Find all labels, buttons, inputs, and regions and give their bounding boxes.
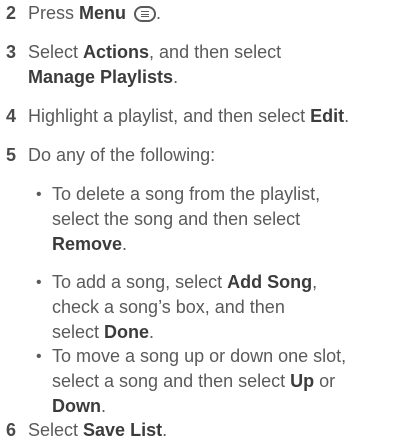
bullet-line: To add a song, select xyxy=(52,272,228,292)
bullet-line: To move a song up or down one slot, xyxy=(52,346,347,366)
menu-label: Menu xyxy=(79,3,127,23)
step-text: Do any of the following: xyxy=(28,145,216,165)
bullet-icon: • xyxy=(36,348,42,365)
bullet-line: or xyxy=(314,371,336,391)
step-text-part: . xyxy=(156,3,162,23)
step-text-part: Select xyxy=(28,42,84,62)
menu-key-icon xyxy=(134,6,157,22)
bullet-line: . xyxy=(122,234,128,254)
bullet-line: check a song’s box, and then xyxy=(52,297,285,317)
manage-playlists-label: Manage Playlists xyxy=(28,67,174,87)
step-number: 4 xyxy=(6,106,17,126)
step-number: 5 xyxy=(6,145,17,165)
step-text-part: . xyxy=(344,106,350,126)
bullet-line: . xyxy=(149,322,155,342)
bullet-line: . xyxy=(101,396,107,416)
bullet-text: To move a song up or down one slot, selec… xyxy=(52,344,412,419)
bullet-icon: • xyxy=(36,186,42,203)
step-text-part: . xyxy=(162,420,168,440)
step-text: Highlight a playlist, and then select Ed… xyxy=(28,104,416,129)
step-text: Select Save List. xyxy=(28,418,416,443)
step-text-part: Highlight a playlist, and then select xyxy=(28,106,311,126)
step-number: 3 xyxy=(6,42,17,62)
step-text-part: , and then select xyxy=(149,42,282,62)
step-text: Press Menu . xyxy=(28,1,416,26)
step-number: 2 xyxy=(6,3,17,23)
edit-label: Edit xyxy=(310,106,345,126)
remove-label: Remove xyxy=(52,234,123,254)
done-label: Done xyxy=(104,322,150,342)
bullet-line: To delete a song from the playlist, xyxy=(52,184,321,204)
step-text-part: Select xyxy=(28,420,84,440)
step-text-part xyxy=(126,3,131,23)
bullet-line: select a song and then select xyxy=(52,371,291,391)
up-label: Up xyxy=(290,371,315,391)
bullet-line: , xyxy=(312,272,318,292)
bullet-icon: • xyxy=(36,274,42,291)
step-text: Select Actions, and then select Manage Pl… xyxy=(28,40,416,90)
actions-label: Actions xyxy=(83,42,150,62)
bullet-text: To delete a song from the playlist, selec… xyxy=(52,182,412,257)
down-label: Down xyxy=(52,396,101,416)
bullet-line: select the song and then select xyxy=(52,209,301,229)
bullet-line: select xyxy=(52,322,105,342)
add-song-label: Add Song xyxy=(227,272,313,292)
save-list-label: Save List xyxy=(83,420,163,440)
step-number: 6 xyxy=(6,420,17,440)
step-text-part: . xyxy=(173,67,179,87)
bullet-text: To add a song, select Add Song, check a s… xyxy=(52,270,412,345)
step-text-part: Press xyxy=(28,3,80,23)
